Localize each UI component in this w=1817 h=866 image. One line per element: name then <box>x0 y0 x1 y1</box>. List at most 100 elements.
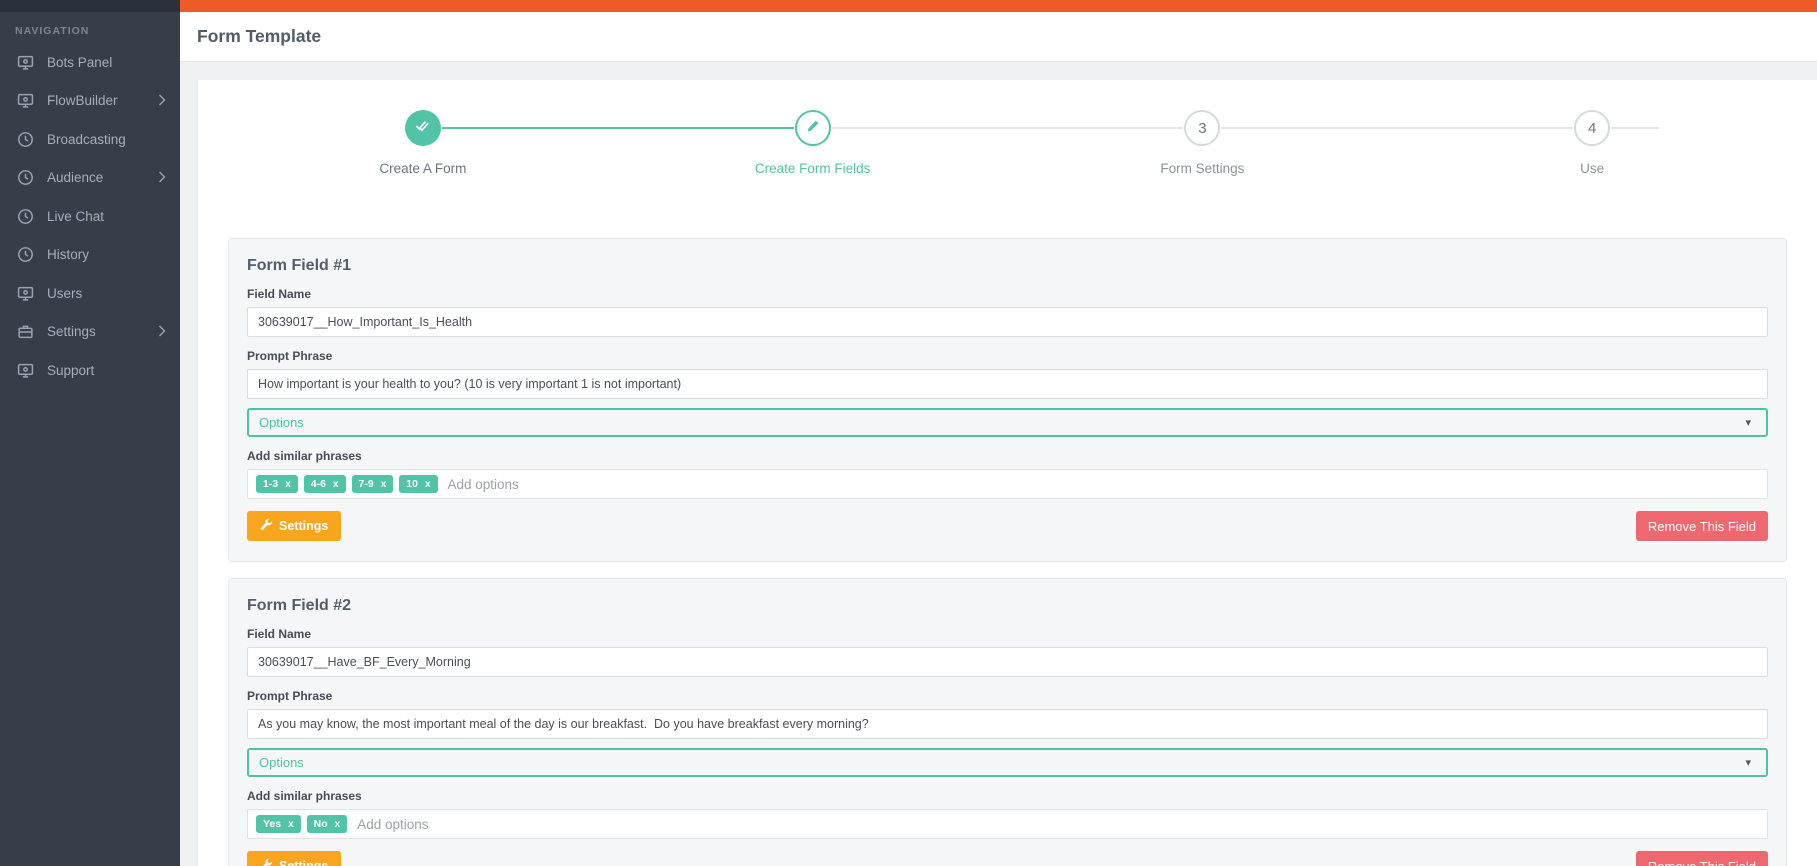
options-select[interactable]: Options ▾ <box>247 408 1768 437</box>
options-select-label: Options <box>259 415 304 430</box>
similar-phrases-tags-input[interactable]: Yes x No x Add options <box>247 809 1768 839</box>
main-content: Create A Form Create Form Fields 3 Form … <box>180 62 1817 866</box>
tag-label: 1-3 <box>263 478 279 490</box>
sidebar-item-broadcasting[interactable]: Broadcasting <box>0 120 180 159</box>
step-use[interactable]: 4 Use <box>1397 110 1787 176</box>
sidebar-item-flowbuilder[interactable]: FlowBuilder <box>0 82 180 121</box>
clock-icon <box>17 169 34 186</box>
tag: 7-9 x <box>351 475 394 493</box>
sidebar-item-label: Support <box>47 362 95 378</box>
pencil-icon <box>805 118 821 139</box>
sidebar-item-audience[interactable]: Audience <box>0 159 180 198</box>
sidebar-item-label: Bots Panel <box>47 54 113 70</box>
monitor-icon <box>17 362 34 379</box>
monitor-icon <box>17 92 34 109</box>
form-field-card-1: Form Field #1 Field Name Prompt Phrase O… <box>228 238 1787 562</box>
tag-label: 10 <box>406 478 418 490</box>
prompt-phrase-input[interactable] <box>247 369 1768 399</box>
step-form-settings[interactable]: 3 Form Settings <box>1008 110 1398 176</box>
tag: Yes x <box>256 815 301 833</box>
tag: 1-3 x <box>256 475 298 493</box>
step-label: Create A Form <box>379 161 467 176</box>
tag: No x <box>306 815 348 833</box>
prompt-phrase-label: Prompt Phrase <box>247 349 333 363</box>
chevron-right-icon <box>158 94 166 109</box>
tag-remove-icon[interactable]: x <box>285 479 291 490</box>
settings-button[interactable]: Settings <box>247 511 342 541</box>
clock-icon <box>17 208 34 225</box>
sidebar-item-label: FlowBuilder <box>47 93 118 109</box>
sidebar-item-live-chat[interactable]: Live Chat <box>0 197 180 236</box>
step-circle-number[interactable]: 3 <box>1184 110 1221 146</box>
prompt-phrase-label: Prompt Phrase <box>247 689 333 703</box>
settings-button[interactable]: Settings <box>247 851 342 866</box>
remove-field-button[interactable]: Remove This Field <box>1635 511 1768 541</box>
monitor-icon <box>17 285 34 302</box>
remove-field-button[interactable]: Remove This Field <box>1635 851 1768 866</box>
tag-remove-icon[interactable]: x <box>288 819 294 830</box>
wizard-stepper: Create A Form Create Form Fields 3 Form … <box>228 110 1787 198</box>
chevron-down-icon: ▾ <box>1745 757 1751 769</box>
step-circle-number[interactable]: 4 <box>1574 110 1611 146</box>
sidebar-item-label: Settings <box>47 324 96 340</box>
content-panel: Create A Form Create Form Fields 3 Form … <box>198 80 1817 866</box>
sidebar-item-label: Broadcasting <box>47 131 126 147</box>
sidebar-item-bots-panel[interactable]: Bots Panel <box>0 43 180 82</box>
clock-icon <box>17 131 34 148</box>
wrench-icon <box>260 518 273 534</box>
nav-section-label: NAVIGATION <box>15 25 90 37</box>
prompt-phrase-input[interactable] <box>247 709 1768 739</box>
options-select[interactable]: Options ▾ <box>247 748 1768 777</box>
sidebar-item-users[interactable]: Users <box>0 274 180 313</box>
sidebar-item-settings[interactable]: Settings <box>0 313 180 352</box>
sidebar-item-label: Live Chat <box>47 208 105 224</box>
options-select-label: Options <box>259 755 304 770</box>
card-title: Form Field #1 <box>247 257 352 274</box>
chevron-right-icon <box>158 171 166 186</box>
field-name-input[interactable] <box>247 647 1768 677</box>
monitor-icon <box>17 54 34 71</box>
tag-remove-icon[interactable]: x <box>333 479 339 490</box>
step-circle-active[interactable] <box>794 110 831 146</box>
wrench-icon <box>260 858 273 866</box>
tag: 4-6 x <box>303 475 346 493</box>
sidebar-item-history[interactable]: History <box>0 236 180 275</box>
tag-label: 7-9 <box>358 478 374 490</box>
sidebar-item-label: Audience <box>47 170 104 186</box>
similar-phrases-tags-input[interactable]: 1-3 x 4-6 x 7-9 x 10 x Add options <box>247 469 1768 499</box>
step-label: Use <box>1580 161 1605 176</box>
tag-label: Yes <box>263 818 282 830</box>
similar-phrases-label: Add similar phrases <box>247 789 362 803</box>
step-label: Form Settings <box>1160 161 1245 176</box>
tag-remove-icon[interactable]: x <box>335 819 341 830</box>
form-field-card-2: Form Field #2 Field Name Prompt Phrase O… <box>228 578 1787 866</box>
clock-icon <box>17 246 34 263</box>
step-label: Create Form Fields <box>754 161 871 176</box>
add-options-placeholder: Add options <box>447 476 519 492</box>
similar-phrases-label: Add similar phrases <box>247 449 362 463</box>
tag-label: 4-6 <box>310 478 326 490</box>
settings-button-label: Settings <box>279 519 329 533</box>
settings-button-label: Settings <box>279 859 329 866</box>
tag-remove-icon[interactable]: x <box>381 479 387 490</box>
step-create-form-fields[interactable]: Create Form Fields <box>618 110 1008 176</box>
step-circle-done[interactable] <box>404 110 441 146</box>
sidebar-item-label: Users <box>47 285 83 301</box>
tag-remove-icon[interactable]: x <box>425 479 431 490</box>
briefcase-icon <box>17 323 34 340</box>
chevron-down-icon: ▾ <box>1745 417 1751 429</box>
add-options-placeholder: Add options <box>357 816 429 832</box>
double-check-icon <box>413 116 432 140</box>
step-create-a-form[interactable]: Create A Form <box>228 110 618 176</box>
page-title: Form Template <box>197 26 322 46</box>
top-accent-bar <box>180 0 1817 12</box>
page-header: Form Template <box>180 12 1817 62</box>
card-title: Form Field #2 <box>247 597 352 614</box>
field-name-input[interactable] <box>247 307 1768 337</box>
tag: 10 x <box>399 475 438 493</box>
tag-label: No <box>313 818 328 830</box>
field-name-label: Field Name <box>247 287 312 301</box>
sidebar: NAVIGATION Bots Panel FlowBuilder Broadc… <box>0 0 180 866</box>
sidebar-item-label: History <box>47 247 90 263</box>
sidebar-item-support[interactable]: Support <box>0 351 180 390</box>
